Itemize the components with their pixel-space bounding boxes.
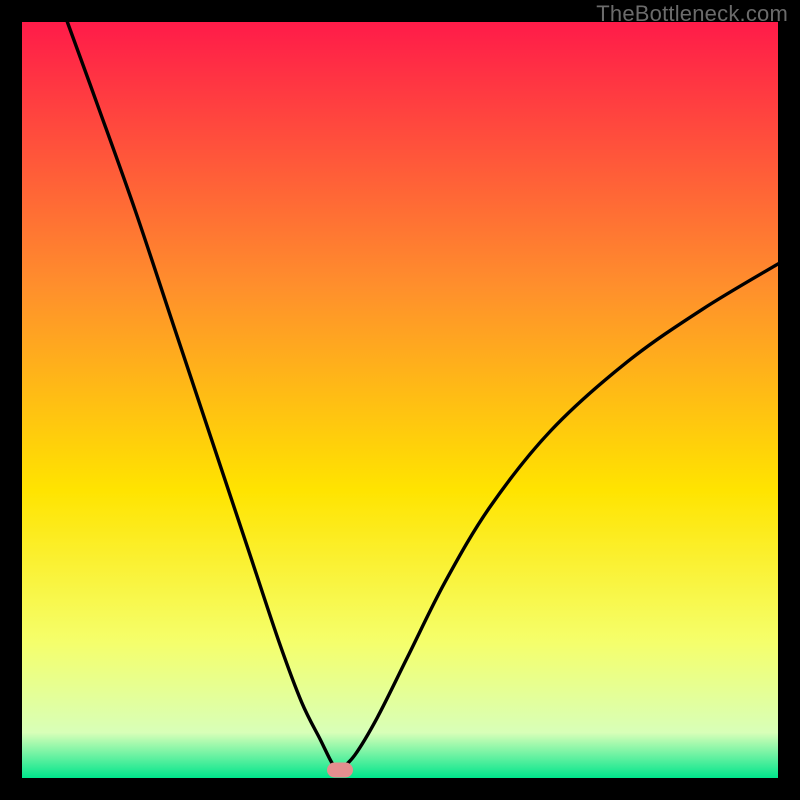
watermark-text: TheBottleneck.com — [596, 1, 788, 27]
optimal-point-marker — [327, 763, 353, 778]
chart-frame — [16, 16, 784, 784]
plot-area — [22, 22, 778, 778]
bottleneck-curve — [22, 22, 778, 778]
